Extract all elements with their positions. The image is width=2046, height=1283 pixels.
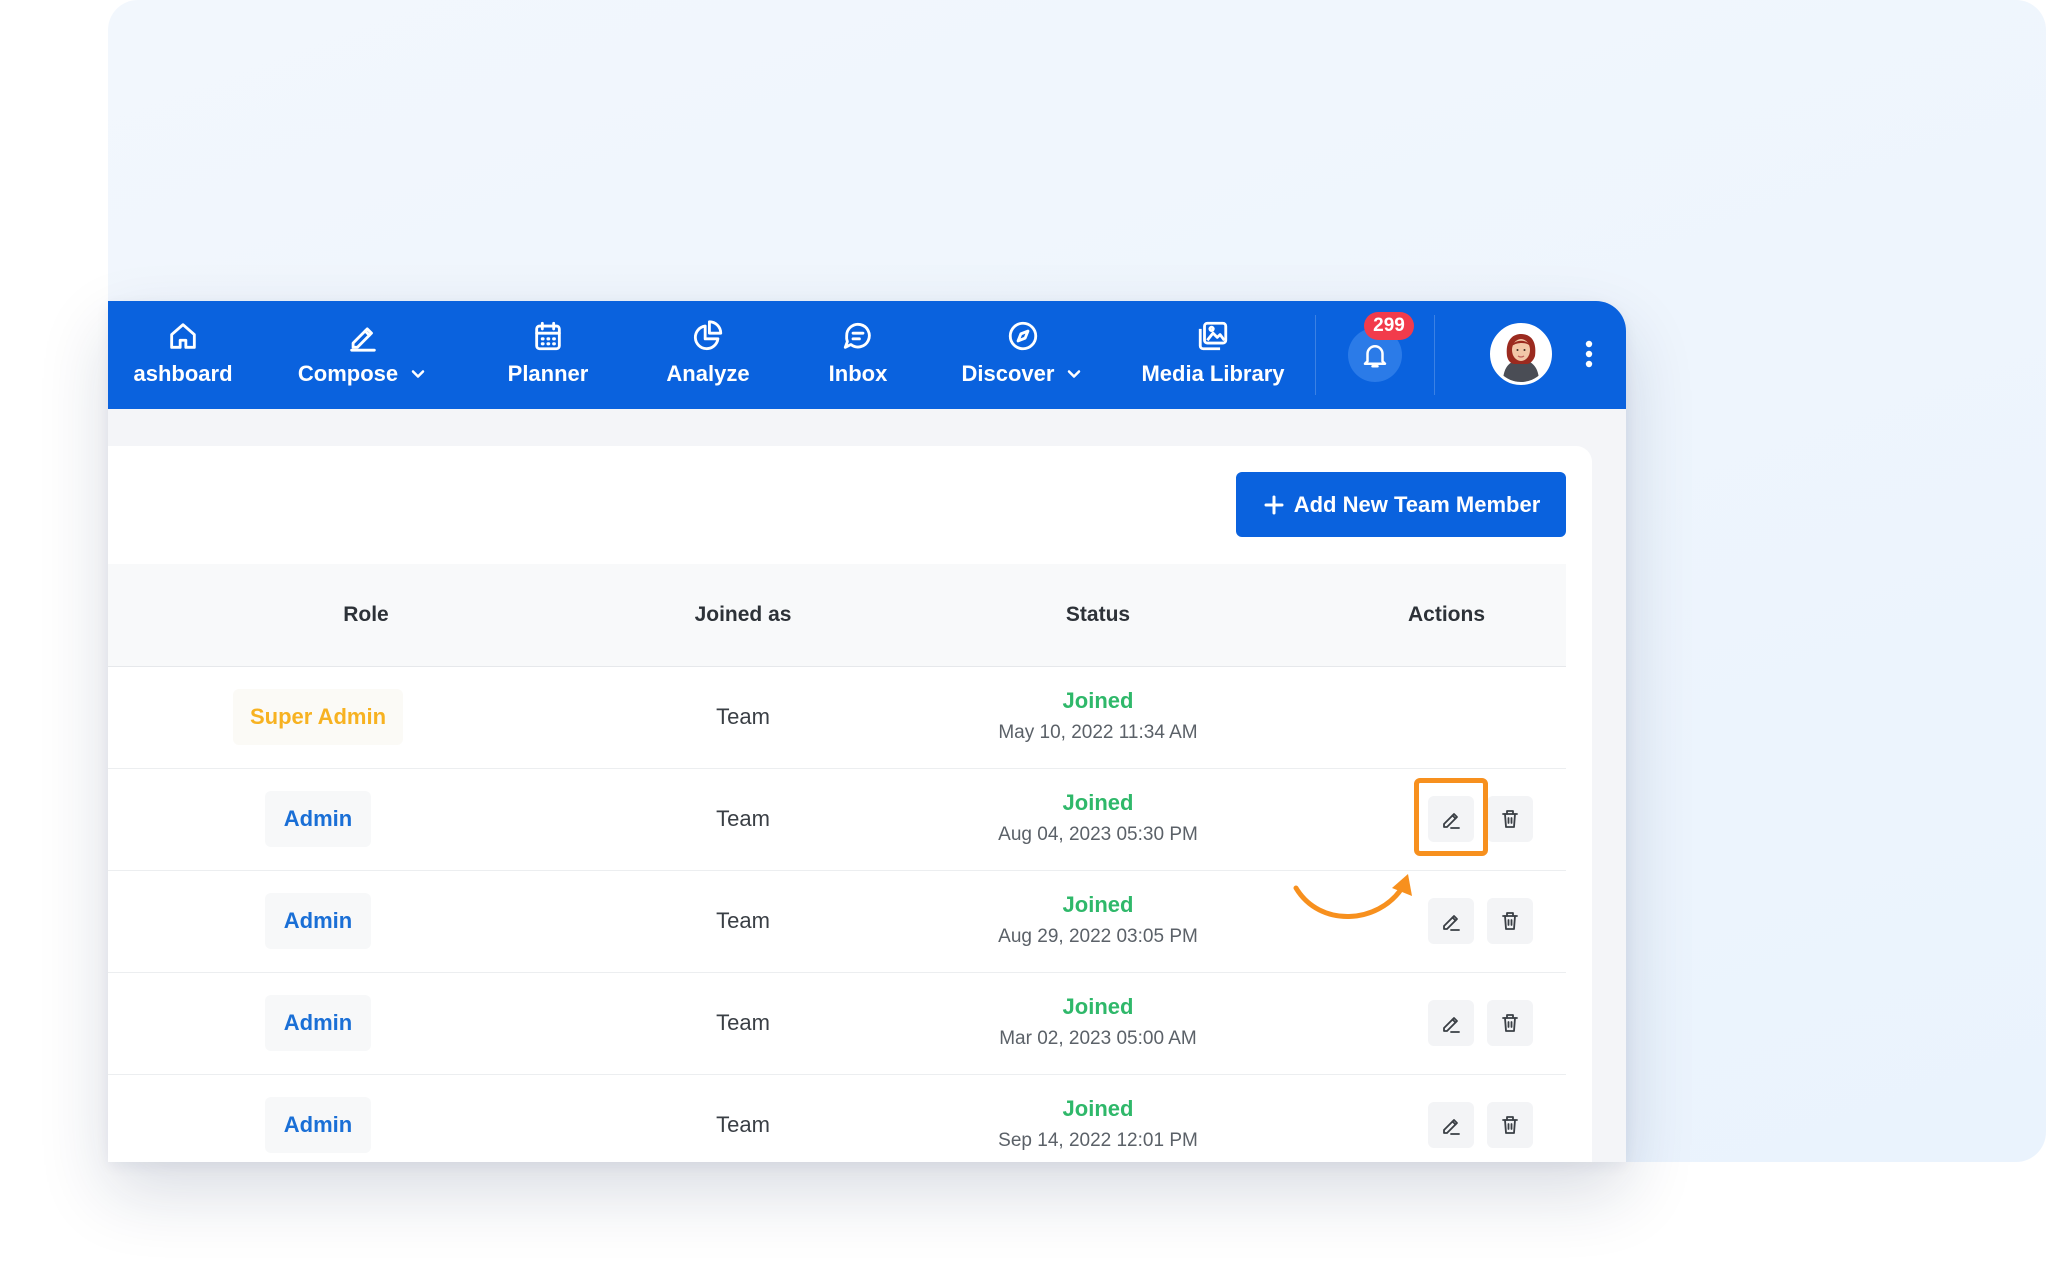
status-cell: Joined Sep 14, 2022 12:01 PM bbox=[948, 1096, 1248, 1152]
status-label: Joined bbox=[1062, 994, 1134, 1019]
nav-item-planner[interactable]: Planner bbox=[473, 315, 623, 395]
top-navigation: ashboard Compose Planner Analyze Inbox D… bbox=[108, 301, 1626, 409]
joined-date: Aug 04, 2023 05:30 PM bbox=[998, 824, 1198, 845]
pencil-icon bbox=[1443, 1119, 1460, 1135]
plus-icon bbox=[1264, 495, 1284, 514]
add-new-team-member-button[interactable]: Add New Team Member bbox=[1236, 472, 1566, 537]
nav-item-analyze[interactable]: Analyze bbox=[633, 315, 783, 395]
status-cell: Joined Mar 02, 2023 05:00 AM bbox=[948, 994, 1248, 1050]
trash-icon bbox=[1502, 1014, 1518, 1032]
nav-label: Analyze bbox=[666, 361, 750, 386]
delete-button[interactable] bbox=[1487, 1000, 1533, 1046]
delete-button[interactable] bbox=[1487, 1102, 1533, 1148]
nav-label: Discover bbox=[961, 361, 1055, 386]
add-button-label: Add New Team Member bbox=[1293, 491, 1541, 517]
delete-button[interactable] bbox=[1487, 796, 1533, 842]
pie-chart-icon bbox=[691, 319, 725, 353]
nav-label: ashboard bbox=[133, 361, 233, 386]
joined-as-value: Team bbox=[716, 704, 770, 729]
status-label: Joined bbox=[1062, 1096, 1134, 1121]
chevron-down-icon bbox=[1068, 370, 1081, 378]
column-header-joined-as: Joined as bbox=[694, 603, 792, 626]
table-row: Admin Team Joined Aug 04, 2023 05:30 PM bbox=[108, 768, 1566, 871]
column-header-actions: Actions bbox=[1408, 603, 1486, 626]
role-badge: Admin bbox=[265, 893, 371, 949]
nav-divider bbox=[1315, 315, 1316, 395]
nav-item-discover[interactable]: Discover bbox=[938, 315, 1108, 395]
role-badge: Admin bbox=[265, 1097, 371, 1153]
column-header-role: Role bbox=[343, 603, 389, 626]
nav-item-compose[interactable]: Compose bbox=[278, 315, 448, 395]
notification-count-badge: 299 bbox=[1364, 312, 1414, 340]
status-cell: Joined Aug 04, 2023 05:30 PM bbox=[948, 790, 1248, 846]
table-row: Admin Team Joined Mar 02, 2023 05:00 AM bbox=[108, 972, 1566, 1075]
role-badge: Super Admin bbox=[233, 689, 403, 745]
trash-icon bbox=[1502, 810, 1518, 828]
chat-bubble-icon bbox=[841, 319, 875, 353]
status-label: Joined bbox=[1062, 892, 1134, 917]
home-icon bbox=[166, 319, 200, 353]
image-gallery-icon bbox=[1196, 319, 1230, 353]
edit-button[interactable] bbox=[1428, 1102, 1474, 1148]
joined-as-value: Team bbox=[716, 1112, 770, 1137]
team-members-card: Add New Team Member Role Joined as Statu… bbox=[108, 446, 1592, 1162]
nav-label: Compose bbox=[297, 361, 399, 386]
joined-date: Sep 14, 2022 12:01 PM bbox=[998, 1130, 1198, 1151]
role-badge: Admin bbox=[265, 995, 371, 1051]
joined-date: Mar 02, 2023 05:00 AM bbox=[999, 1028, 1197, 1049]
app-window: ashboard Compose Planner Analyze Inbox D… bbox=[108, 301, 1626, 1162]
nav-item-media-library[interactable]: Media Library bbox=[1128, 315, 1298, 395]
pen-icon bbox=[346, 319, 380, 353]
joined-date: May 10, 2022 11:34 AM bbox=[998, 722, 1198, 743]
nav-label: Inbox bbox=[828, 361, 888, 386]
bell-icon bbox=[1363, 345, 1387, 368]
nav-item-inbox[interactable]: Inbox bbox=[783, 315, 933, 395]
chevron-down-icon bbox=[411, 370, 425, 378]
edit-button-highlight bbox=[1414, 778, 1488, 856]
column-header-status: Status bbox=[1065, 603, 1131, 626]
nav-item-dashboard[interactable]: ashboard bbox=[108, 315, 268, 395]
status-cell: Joined May 10, 2022 11:34 AM bbox=[948, 688, 1248, 744]
joined-as-value: Team bbox=[716, 1010, 770, 1035]
status-label: Joined bbox=[1062, 688, 1134, 713]
nav-label: Planner bbox=[507, 361, 589, 386]
compass-icon bbox=[1006, 319, 1040, 353]
calendar-icon bbox=[531, 319, 565, 353]
trash-icon bbox=[1502, 912, 1518, 930]
edit-button[interactable] bbox=[1428, 1000, 1474, 1046]
status-label: Joined bbox=[1062, 790, 1134, 815]
joined-as-value: Team bbox=[716, 908, 770, 933]
joined-date: Aug 29, 2022 03:05 PM bbox=[998, 926, 1198, 947]
curved-arrow-icon bbox=[1293, 874, 1412, 919]
status-cell: Joined Aug 29, 2022 03:05 PM bbox=[948, 892, 1248, 948]
pencil-icon bbox=[1443, 1017, 1460, 1033]
delete-button[interactable] bbox=[1487, 898, 1533, 944]
nav-label: Media Library bbox=[1141, 361, 1285, 386]
trash-icon bbox=[1502, 1116, 1518, 1134]
more-options-icon[interactable] bbox=[1584, 339, 1594, 369]
edit-button[interactable] bbox=[1428, 898, 1474, 944]
joined-as-value: Team bbox=[716, 806, 770, 831]
role-badge: Admin bbox=[265, 791, 371, 847]
user-avatar[interactable] bbox=[1490, 323, 1552, 385]
nav-divider bbox=[1434, 315, 1435, 395]
table-header: Role Joined as Status Actions bbox=[108, 564, 1566, 667]
table-row: Super Admin Team Joined May 10, 2022 11:… bbox=[108, 666, 1566, 769]
table-row: Admin Team Joined Sep 14, 2022 12:01 PM bbox=[108, 1074, 1566, 1162]
pencil-icon bbox=[1443, 915, 1460, 931]
